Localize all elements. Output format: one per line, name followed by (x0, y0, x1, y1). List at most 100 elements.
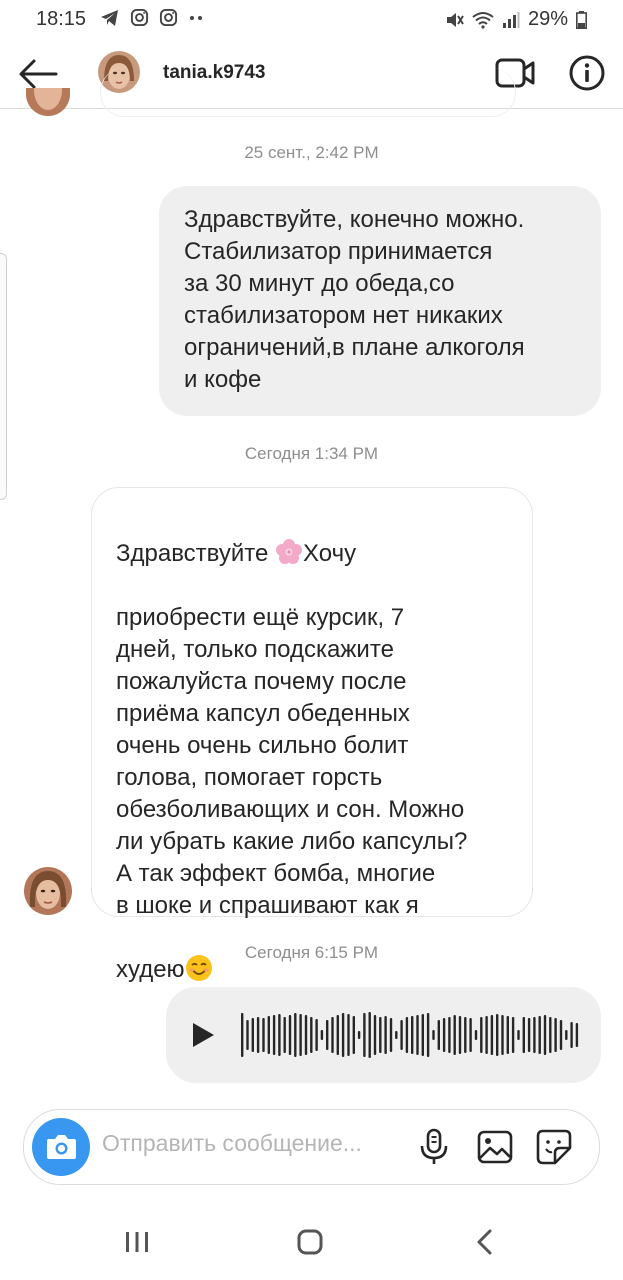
telegram-icon (101, 9, 118, 26)
waveform-bar (559, 1020, 563, 1050)
battery-percent: 29% (527, 8, 568, 30)
waveform-bar (315, 1019, 318, 1051)
status-bar: 18:15 29% (0, 0, 623, 40)
waveform-bar (294, 1013, 297, 1057)
waveform-bar (522, 1017, 525, 1053)
camera-button[interactable] (32, 1118, 90, 1176)
waveform-bar (405, 1017, 409, 1053)
waveform-bar (458, 1016, 462, 1054)
home-icon[interactable] (296, 1228, 324, 1256)
signal-icon (502, 11, 520, 28)
waveform-bar (246, 1020, 249, 1050)
waveform-bar (411, 1016, 414, 1054)
waveform-bar (554, 1018, 557, 1052)
message-timestamp: Сегодня 6:15 PM (244, 943, 379, 962)
message-bubble-partial (100, 68, 516, 117)
waveform-bar (485, 1016, 488, 1054)
waveform-bar (352, 1016, 355, 1054)
waveform-bar (469, 1018, 472, 1052)
message-composer (23, 1109, 600, 1185)
waveform-bar (511, 1017, 515, 1053)
mute-icon (446, 12, 464, 27)
waveform-bar (437, 1020, 440, 1050)
status-time: 18:15 (36, 8, 87, 30)
waveform-bar (373, 1015, 377, 1055)
waveform-bar (389, 1018, 393, 1052)
waveform-bar (278, 1014, 281, 1056)
waveform-bar (320, 1030, 324, 1040)
waveform-bar (549, 1017, 552, 1053)
avatar[interactable] (24, 867, 72, 915)
waveform-bar (538, 1016, 541, 1054)
waveform-bar (256, 1017, 260, 1053)
message-text: приобрести ещё курсик, 7 дней, только по… (116, 604, 468, 919)
waveform-bar (575, 1023, 579, 1047)
waveform-bar (379, 1017, 382, 1053)
waveform-bar (299, 1014, 302, 1056)
wifi-icon (472, 11, 494, 29)
waveform-bar (442, 1018, 446, 1052)
waveform-bar (395, 1031, 398, 1039)
waveform-bar (262, 1018, 265, 1052)
waveform-bar (326, 1020, 329, 1050)
waveform-bar (363, 1013, 366, 1057)
waveform-bar (331, 1017, 334, 1053)
gallery-icon[interactable] (477, 1129, 513, 1165)
waveform-bar (267, 1016, 270, 1054)
waveform-bar (310, 1017, 313, 1053)
message-input[interactable] (102, 1130, 412, 1157)
waveform-bar (283, 1017, 286, 1053)
waveform-bar (426, 1013, 430, 1057)
flower-emoji (276, 539, 303, 564)
waveform-bar (506, 1016, 509, 1054)
microphone-icon[interactable] (419, 1128, 449, 1166)
waveform-bar (432, 1030, 435, 1040)
waveform-bar (288, 1015, 292, 1055)
waveform-bar (368, 1012, 371, 1058)
waveform-bar (251, 1018, 254, 1052)
waveform-bar (501, 1015, 504, 1055)
message-text: Хочу (303, 540, 357, 567)
incoming-message[interactable]: Здравствуйте Хочу приобрести ещё курсик,… (91, 487, 533, 983)
waveform-bar (448, 1017, 451, 1053)
waveform-bar (543, 1015, 547, 1055)
waveform-bar (570, 1022, 573, 1048)
waveform-bar (464, 1017, 467, 1053)
nav-back-icon[interactable] (474, 1229, 496, 1255)
more-dots-icon (190, 15, 202, 20)
message-timestamp: Сегодня 1:34 PM (244, 444, 379, 463)
waveform-bar (533, 1017, 536, 1053)
avatar (26, 88, 70, 116)
waveform-bar (474, 1030, 478, 1040)
message-timestamp: 25 сент., 2:42 PM (244, 143, 379, 162)
waveform-bar (480, 1017, 483, 1053)
instagram-icon (159, 8, 178, 27)
waveform-bar (304, 1015, 308, 1055)
instagram-icon (130, 8, 149, 27)
voice-message[interactable] (166, 987, 601, 1083)
waveform-bar (357, 1031, 361, 1039)
waveform-bar (490, 1015, 494, 1055)
outgoing-message[interactable]: Здравствуйте, конечно можно. Стабилизато… (159, 186, 601, 416)
recents-icon[interactable] (124, 1230, 150, 1254)
waveform-bar (400, 1020, 403, 1050)
waveform-bar (347, 1014, 350, 1056)
waveform-bar (496, 1014, 499, 1056)
info-icon[interactable] (568, 54, 606, 92)
audio-waveform[interactable] (240, 1005, 580, 1065)
waveform-bar (421, 1014, 424, 1056)
waveform-bar (241, 1013, 244, 1057)
message-text: Здравствуйте (116, 540, 276, 567)
waveform-bar (527, 1018, 531, 1052)
sticker-icon[interactable] (535, 1128, 573, 1166)
system-nav-bar (0, 1200, 623, 1280)
waveform-bar (416, 1015, 419, 1055)
waveform-bar (336, 1015, 339, 1055)
play-icon[interactable] (190, 1021, 216, 1049)
waveform-bar (384, 1016, 387, 1054)
waveform-bar (565, 1030, 568, 1040)
waveform-bar (517, 1030, 520, 1040)
waveform-bar (272, 1015, 276, 1055)
waveform-bar (341, 1013, 345, 1057)
waveform-bar (453, 1015, 456, 1055)
